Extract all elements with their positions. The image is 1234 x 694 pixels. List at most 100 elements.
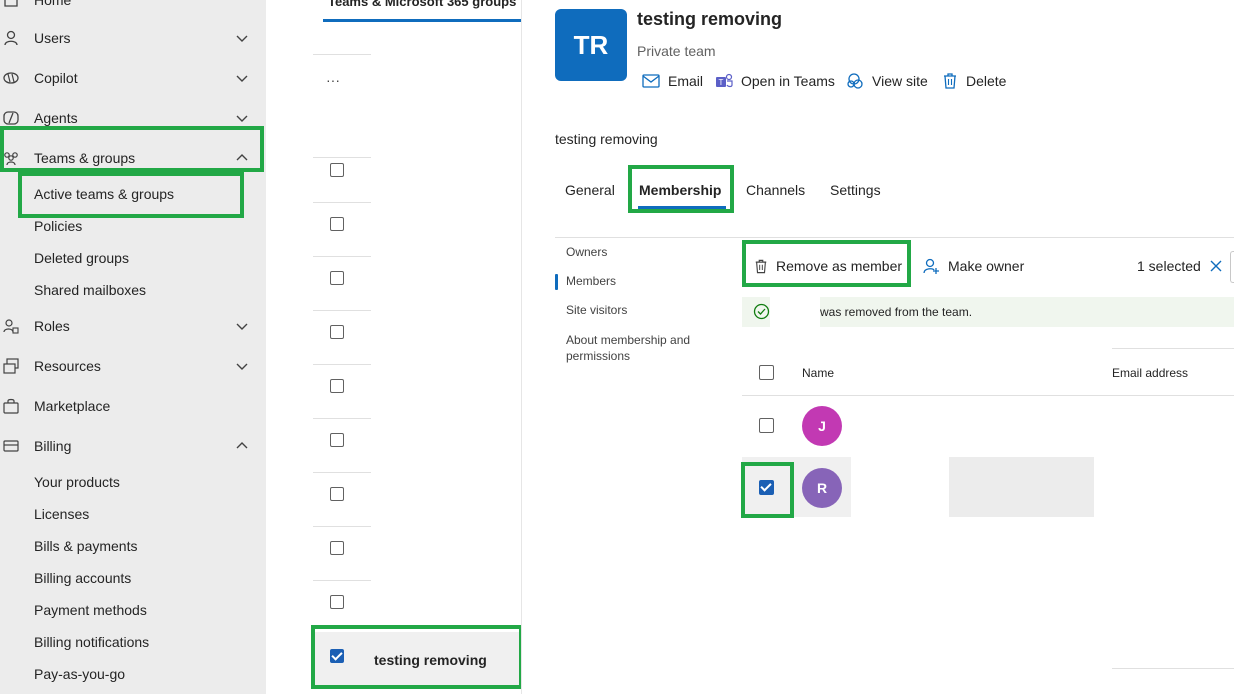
nav-subitem-bills-payments[interactable]: Bills & payments [34, 534, 137, 558]
nav-subitem-active-teams-groups[interactable]: Active teams & groups [34, 182, 174, 206]
row-checkbox[interactable] [330, 325, 344, 339]
divider [1112, 668, 1234, 669]
open-in-teams-label: Open in Teams [741, 73, 835, 89]
team-privacy: Private team [637, 43, 716, 59]
make-owner-label: Make owner [948, 258, 1025, 274]
nav-item-copilot[interactable]: Copilot [0, 62, 266, 94]
nav-item-label: Marketplace [34, 398, 111, 414]
chevron-down-icon[interactable] [234, 30, 250, 46]
chevron-up-icon[interactable] [234, 438, 250, 454]
member-avatar: R [802, 468, 842, 508]
selection-count: 1 selected [1137, 256, 1223, 276]
remove-as-member-button[interactable]: Remove as member [754, 256, 902, 276]
row-checkbox[interactable] [330, 433, 344, 447]
member-checkbox[interactable] [759, 418, 774, 433]
view-site-action[interactable]: View site [846, 71, 928, 91]
row-divider [313, 472, 371, 473]
teams-icon: T [716, 73, 733, 88]
tab-teams-m365-groups[interactable]: Teams & Microsoft 365 groups [328, 0, 516, 9]
nav-item-agents[interactable]: Agents [0, 102, 266, 134]
membership-nav-about[interactable]: About membership and permissions [566, 332, 706, 364]
remove-as-member-label: Remove as member [776, 258, 903, 274]
chevron-up-icon[interactable] [234, 150, 250, 166]
row-divider [313, 364, 371, 365]
divider [742, 395, 1234, 396]
row-checkbox[interactable] [330, 379, 344, 393]
nav-item-users[interactable]: Users [0, 22, 266, 54]
nav-subitem-policies[interactable]: Policies [34, 214, 82, 238]
nav-item-roles[interactable]: Roles [0, 310, 266, 342]
home-icon [2, 0, 20, 9]
nav-item-label: Home [34, 0, 72, 8]
nav-item-home[interactable]: Home [0, 0, 266, 16]
team-description: testing removing [555, 131, 658, 147]
nav-subitem-deleted-groups[interactable]: Deleted groups [34, 246, 129, 270]
row-checkbox[interactable] [330, 541, 344, 555]
nav-item-marketplace[interactable]: Marketplace [0, 390, 266, 422]
nav-item-label: Copilot [34, 70, 78, 86]
chevron-down-icon[interactable] [234, 358, 250, 374]
more-options-icon[interactable]: ··· [326, 72, 340, 88]
row-checkbox[interactable] [330, 163, 344, 177]
membership-nav-owners[interactable]: Owners [566, 245, 607, 259]
row-checkbox[interactable] [330, 487, 344, 501]
row-divider [313, 157, 371, 158]
open-in-teams-action[interactable]: T Open in Teams [715, 71, 835, 91]
row-team-name[interactable]: testing removing [374, 652, 487, 668]
nav-subitem-billing-notifications[interactable]: Billing notifications [34, 630, 149, 654]
tab-settings[interactable]: Settings [830, 182, 881, 198]
chevron-down-icon[interactable] [234, 110, 250, 126]
nav-subitem-licenses[interactable]: Licenses [34, 502, 89, 526]
tab-channels[interactable]: Channels [746, 182, 805, 198]
nav-item-billing[interactable]: Billing [0, 430, 266, 462]
delete-action[interactable]: Delete [942, 71, 1006, 91]
svg-text:T: T [719, 78, 724, 87]
member-checkbox-checked[interactable] [759, 480, 774, 495]
column-header-name[interactable]: Name [802, 366, 834, 380]
chevron-down-icon[interactable] [234, 318, 250, 334]
redacted-block [949, 457, 1094, 517]
agents-icon [2, 109, 20, 127]
row-checkbox-checked[interactable] [330, 649, 344, 663]
nav-item-resources[interactable]: Resources [0, 350, 266, 382]
select-all-checkbox[interactable] [759, 365, 774, 380]
row-divider [313, 310, 371, 311]
nav-item-label: Agents [34, 110, 78, 126]
nav-item-label: Users [34, 30, 71, 46]
make-owner-button[interactable]: Make owner [923, 256, 1024, 276]
row-checkbox[interactable] [330, 595, 344, 609]
nav-subitem-shared-mailboxes[interactable]: Shared mailboxes [34, 278, 146, 302]
chevron-down-icon[interactable] [234, 70, 250, 86]
email-action[interactable]: Email [642, 71, 703, 91]
nav-item-teams-groups[interactable]: Teams & groups [0, 142, 266, 174]
selected-indicator [555, 274, 558, 290]
tab-underline [323, 19, 521, 22]
membership-nav-site-visitors[interactable]: Site visitors [566, 303, 627, 317]
copilot-icon [2, 69, 20, 87]
close-icon[interactable] [1209, 259, 1223, 273]
trash-icon [755, 259, 767, 273]
nav-subitem-your-products[interactable]: Your products [34, 470, 120, 494]
row-checkbox[interactable] [330, 271, 344, 285]
nav-subitem-pay-as-you-go[interactable]: Pay-as-you-go [34, 662, 125, 686]
team-avatar: TR [555, 9, 627, 81]
nav-subitem-payment-methods[interactable]: Payment methods [34, 598, 147, 622]
mail-icon [642, 74, 660, 88]
success-check-icon [753, 303, 770, 320]
row-checkbox[interactable] [330, 217, 344, 231]
divider [555, 237, 1234, 238]
member-avatar: J [802, 406, 842, 446]
nav-item-label: Billing [34, 438, 72, 454]
nav-subitem-billing-accounts[interactable]: Billing accounts [34, 566, 131, 590]
user-icon [2, 29, 20, 47]
team-title: testing removing [637, 9, 783, 29]
tab-general[interactable]: General [565, 182, 615, 198]
tab-membership[interactable]: Membership [639, 182, 721, 198]
store-icon [2, 397, 20, 415]
membership-nav-members[interactable]: Members [566, 274, 616, 288]
tab-underline [638, 206, 726, 209]
nav-item-label: Roles [34, 318, 70, 334]
column-header-email[interactable]: Email address [1112, 366, 1188, 380]
row-divider [313, 202, 371, 203]
delete-label: Delete [966, 73, 1007, 89]
